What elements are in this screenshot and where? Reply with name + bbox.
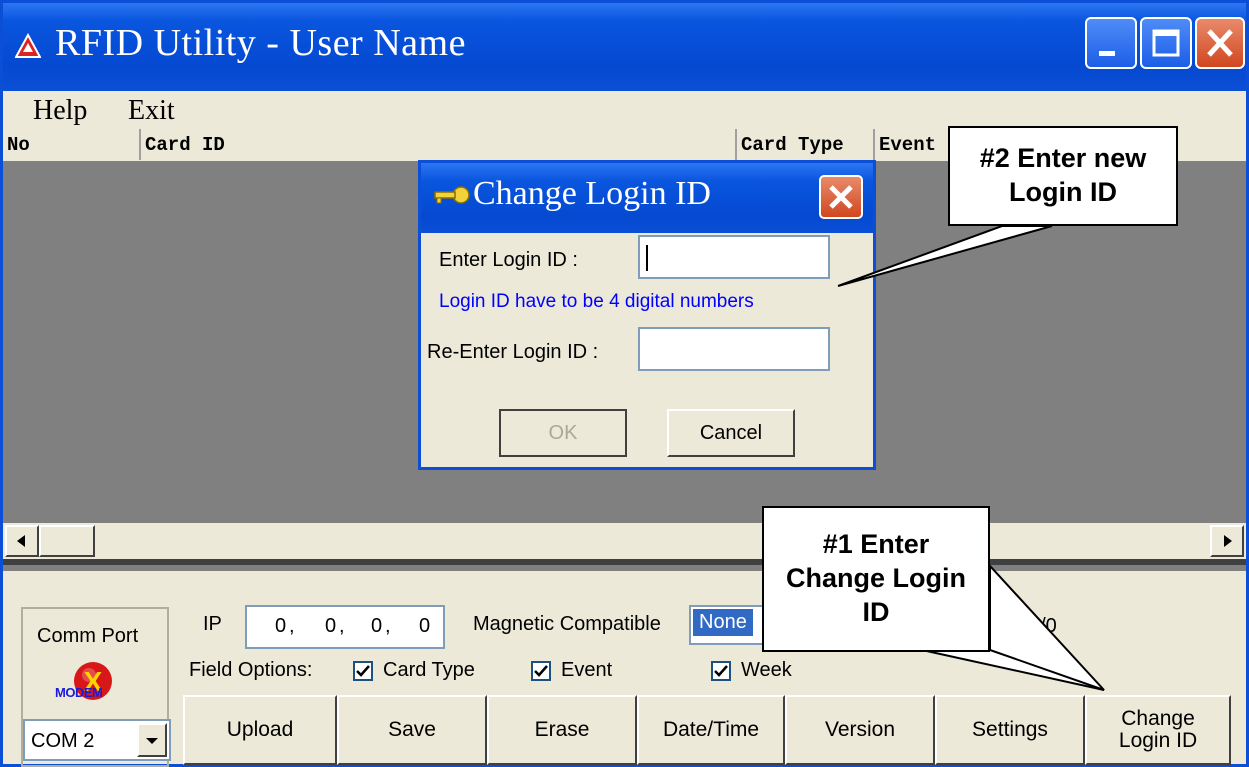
callout-pointers: [837, 225, 1105, 691]
callout-step-2: #2 Enter new Login ID: [948, 126, 1178, 226]
callout-step-1: #1 Enter Change Login ID: [762, 506, 990, 652]
